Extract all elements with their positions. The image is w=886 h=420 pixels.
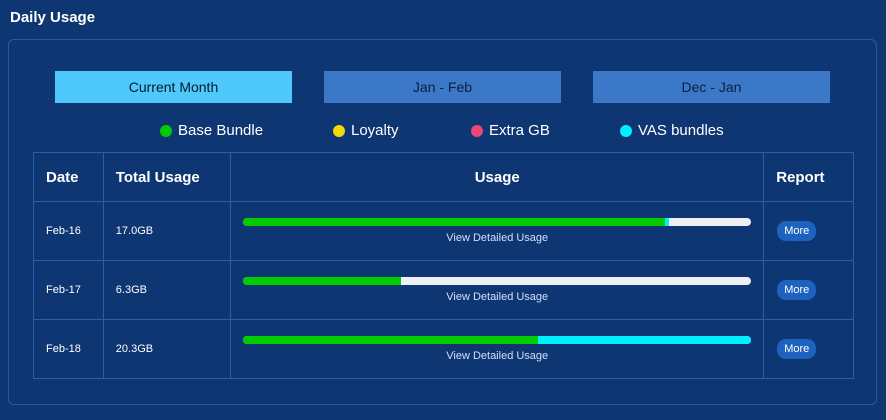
more-button[interactable]: More [777, 221, 817, 241]
usage-bar-base-segment [243, 218, 665, 226]
tab-dec-jan[interactable]: Dec - Jan [593, 71, 830, 103]
usage-table: Date Total Usage Usage Report Feb-16 17.… [33, 152, 854, 379]
row-usage: View Detailed Usage [230, 319, 765, 379]
row-usage: View Detailed Usage [230, 201, 765, 261]
row-total-usage: 6.3GB [102, 260, 232, 320]
row-date: Feb-17 [33, 260, 104, 320]
view-detailed-usage-link[interactable]: View Detailed Usage [243, 350, 751, 362]
usage-bar-vas-segment [537, 336, 752, 344]
table-header-row: Date Total Usage Usage Report [33, 152, 854, 202]
header-total-usage: Total Usage [102, 152, 232, 202]
legend-item-loyalty: Loyalty [333, 122, 399, 139]
period-tabs: Current Month Jan - Feb Dec - Jan [0, 71, 886, 103]
row-total-usage: 20.3GB [102, 319, 232, 379]
usage-bar-vas-segment [664, 218, 669, 226]
view-detailed-usage-link[interactable]: View Detailed Usage [243, 232, 751, 244]
extra-gb-dot-icon [471, 124, 483, 137]
loyalty-dot-icon [333, 124, 345, 137]
row-report: More [763, 319, 854, 379]
row-report: More [763, 260, 854, 320]
table-row: Feb-17 6.3GB View Detailed Usage More [33, 260, 854, 320]
legend-label: Loyalty [351, 122, 399, 139]
usage-bar-base-segment [243, 277, 401, 285]
tab-jan-feb[interactable]: Jan - Feb [324, 71, 561, 103]
usage-bar-base-segment [243, 336, 538, 344]
usage-bar [243, 336, 752, 344]
page-title: Daily Usage [10, 9, 96, 26]
usage-bar [243, 218, 752, 226]
row-date: Feb-16 [33, 201, 104, 261]
row-total-usage: 17.0GB [102, 201, 232, 261]
more-button[interactable]: More [777, 280, 817, 300]
header-date: Date [33, 152, 104, 202]
more-button[interactable]: More [777, 339, 817, 359]
legend-item-base-bundle: Base Bundle [160, 122, 263, 139]
legend-label: VAS bundles [638, 122, 724, 139]
vas-bundles-dot-icon [620, 124, 632, 137]
usage-bar [243, 277, 752, 285]
header-report: Report [763, 152, 854, 202]
table-row: Feb-18 20.3GB View Detailed Usage More [33, 319, 854, 379]
base-bundle-dot-icon [160, 124, 172, 137]
row-date: Feb-18 [33, 319, 104, 379]
row-usage: View Detailed Usage [230, 260, 765, 320]
view-detailed-usage-link[interactable]: View Detailed Usage [243, 291, 751, 303]
legend: Base Bundle Loyalty Extra GB VAS bundles [0, 122, 886, 142]
row-report: More [763, 201, 854, 261]
legend-item-extra-gb: Extra GB [471, 122, 550, 139]
tab-current-month[interactable]: Current Month [55, 71, 292, 103]
table-row: Feb-16 17.0GB View Detailed Usage More [33, 201, 854, 261]
header-usage: Usage [230, 152, 765, 202]
legend-label: Extra GB [489, 122, 550, 139]
legend-item-vas-bundles: VAS bundles [620, 122, 724, 139]
legend-label: Base Bundle [178, 122, 264, 139]
